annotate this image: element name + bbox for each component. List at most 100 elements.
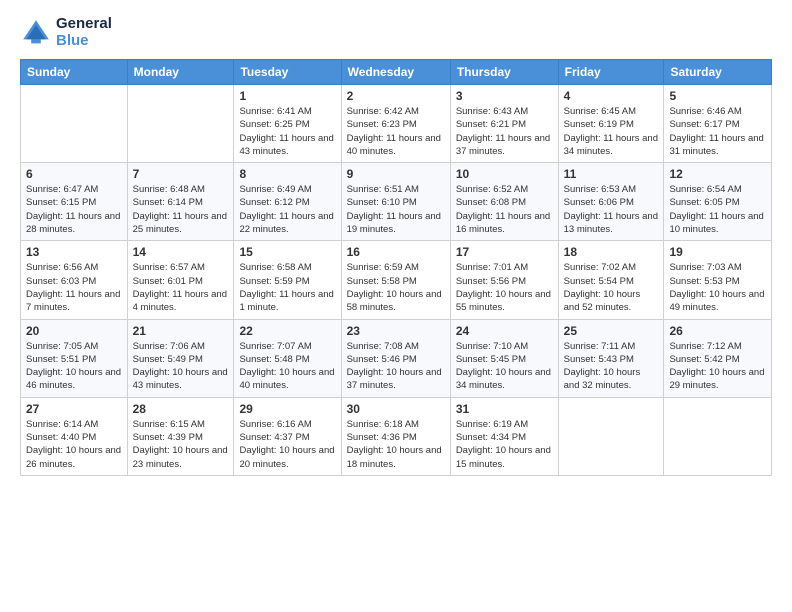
week-row-3: 13Sunrise: 6:56 AM Sunset: 6:03 PM Dayli… — [21, 241, 772, 319]
day-info: Sunrise: 6:48 AM Sunset: 6:14 PM Dayligh… — [133, 183, 229, 236]
day-number: 18 — [564, 245, 659, 259]
calendar-cell: 29Sunrise: 6:16 AM Sunset: 4:37 PM Dayli… — [234, 397, 341, 475]
calendar-cell: 24Sunrise: 7:10 AM Sunset: 5:45 PM Dayli… — [450, 319, 558, 397]
day-number: 14 — [133, 245, 229, 259]
calendar-cell: 21Sunrise: 7:06 AM Sunset: 5:49 PM Dayli… — [127, 319, 234, 397]
day-info: Sunrise: 7:01 AM Sunset: 5:56 PM Dayligh… — [456, 261, 553, 314]
day-number: 8 — [239, 167, 335, 181]
day-number: 3 — [456, 89, 553, 103]
day-info: Sunrise: 6:51 AM Sunset: 6:10 PM Dayligh… — [347, 183, 445, 236]
calendar-cell: 22 Sunrise: 7:07 AM Sunset: 5:48 PM Dayli… — [234, 319, 341, 397]
day-info: Sunrise: 6:56 AM Sunset: 6:03 PM Dayligh… — [26, 261, 122, 314]
day-info: Sunrise: 6:57 AM Sunset: 6:01 PM Dayligh… — [133, 261, 229, 314]
header: General Blue — [20, 16, 772, 49]
calendar-cell: 7 Sunrise: 6:48 AM Sunset: 6:14 PM Daylig… — [127, 163, 234, 241]
page: General Blue SundayMondayTuesdayWednesda… — [0, 0, 792, 612]
calendar-cell: 5 Sunrise: 6:46 AM Sunset: 6:17 PM Daylig… — [664, 85, 772, 163]
calendar-cell: 23 Sunrise: 7:08 AM Sunset: 5:46 PM Dayli… — [341, 319, 450, 397]
day-number: 12 — [669, 167, 766, 181]
calendar-cell: 2 Sunrise: 6:42 AM Sunset: 6:23 PM Daylig… — [341, 85, 450, 163]
calendar-cell — [127, 85, 234, 163]
calendar-cell: 1 Sunrise: 6:41 AM Sunset: 6:25 PM Daylig… — [234, 85, 341, 163]
day-info: Sunrise: 6:54 AM Sunset: 6:05 PM Dayligh… — [669, 183, 766, 236]
day-info: Sunrise: 6:42 AM Sunset: 6:23 PM Dayligh… — [347, 105, 445, 158]
weekday-header-sunday: Sunday — [21, 60, 128, 85]
calendar-cell: 8 Sunrise: 6:49 AM Sunset: 6:12 PM Daylig… — [234, 163, 341, 241]
day-number: 28 — [133, 402, 229, 416]
weekday-header-tuesday: Tuesday — [234, 60, 341, 85]
day-info: Sunrise: 6:53 AM Sunset: 6:06 PM Dayligh… — [564, 183, 659, 236]
day-number: 15 — [239, 245, 335, 259]
day-number: 23 — [347, 324, 445, 338]
calendar-cell: 30 Sunrise: 6:18 AM Sunset: 4:36 PM Dayli… — [341, 397, 450, 475]
calendar-cell: 31 Sunrise: 6:19 AM Sunset: 4:34 PM Dayli… — [450, 397, 558, 475]
weekday-header-monday: Monday — [127, 60, 234, 85]
calendar-cell: 3 Sunrise: 6:43 AM Sunset: 6:21 PM Daylig… — [450, 85, 558, 163]
day-info: Sunrise: 7:08 AM Sunset: 5:46 PM Dayligh… — [347, 340, 445, 393]
day-number: 29 — [239, 402, 335, 416]
calendar-cell: 26Sunrise: 7:12 AM Sunset: 5:42 PM Dayli… — [664, 319, 772, 397]
day-info: Sunrise: 6:47 AM Sunset: 6:15 PM Dayligh… — [26, 183, 122, 236]
calendar-cell — [664, 397, 772, 475]
day-number: 19 — [669, 245, 766, 259]
day-info: Sunrise: 6:52 AM Sunset: 6:08 PM Dayligh… — [456, 183, 553, 236]
day-number: 21 — [133, 324, 229, 338]
day-info: Sunrise: 6:58 AM Sunset: 5:59 PM Dayligh… — [239, 261, 335, 314]
calendar-cell: 28Sunrise: 6:15 AM Sunset: 4:39 PM Dayli… — [127, 397, 234, 475]
day-info: Sunrise: 6:45 AM Sunset: 6:19 PM Dayligh… — [564, 105, 659, 158]
day-number: 11 — [564, 167, 659, 181]
calendar-cell: 16Sunrise: 6:59 AM Sunset: 5:58 PM Dayli… — [341, 241, 450, 319]
day-info: Sunrise: 6:41 AM Sunset: 6:25 PM Dayligh… — [239, 105, 335, 158]
day-info: Sunrise: 6:14 AM Sunset: 4:40 PM Dayligh… — [26, 418, 122, 471]
week-row-4: 20 Sunrise: 7:05 AM Sunset: 5:51 PM Dayli… — [21, 319, 772, 397]
day-info: Sunrise: 6:19 AM Sunset: 4:34 PM Dayligh… — [456, 418, 553, 471]
calendar-cell: 9 Sunrise: 6:51 AM Sunset: 6:10 PM Daylig… — [341, 163, 450, 241]
day-number: 2 — [347, 89, 445, 103]
day-number: 9 — [347, 167, 445, 181]
logo-text: General Blue — [56, 16, 112, 49]
day-info: Sunrise: 7:07 AM Sunset: 5:48 PM Dayligh… — [239, 340, 335, 393]
calendar-cell: 12 Sunrise: 6:54 AM Sunset: 6:05 PM Dayli… — [664, 163, 772, 241]
week-row-1: 1 Sunrise: 6:41 AM Sunset: 6:25 PM Daylig… — [21, 85, 772, 163]
calendar-cell: 13Sunrise: 6:56 AM Sunset: 6:03 PM Dayli… — [21, 241, 128, 319]
day-number: 22 — [239, 324, 335, 338]
week-row-2: 6 Sunrise: 6:47 AM Sunset: 6:15 PM Daylig… — [21, 163, 772, 241]
day-info: Sunrise: 7:05 AM Sunset: 5:51 PM Dayligh… — [26, 340, 122, 393]
calendar-cell: 15 Sunrise: 6:58 AM Sunset: 5:59 PM Dayli… — [234, 241, 341, 319]
day-number: 17 — [456, 245, 553, 259]
calendar-cell: 18 Sunrise: 7:02 AM Sunset: 5:54 PM Dayli… — [558, 241, 664, 319]
calendar-cell: 17 Sunrise: 7:01 AM Sunset: 5:56 PM Dayli… — [450, 241, 558, 319]
day-number: 24 — [456, 324, 553, 338]
day-number: 27 — [26, 402, 122, 416]
calendar-cell: 4Sunrise: 6:45 AM Sunset: 6:19 PM Daylig… — [558, 85, 664, 163]
calendar-cell: 27 Sunrise: 6:14 AM Sunset: 4:40 PM Dayli… — [21, 397, 128, 475]
day-number: 30 — [347, 402, 445, 416]
calendar-cell — [21, 85, 128, 163]
calendar-cell: 10 Sunrise: 6:52 AM Sunset: 6:08 PM Dayli… — [450, 163, 558, 241]
calendar-cell: 25 Sunrise: 7:11 AM Sunset: 5:43 PM Dayli… — [558, 319, 664, 397]
day-number: 7 — [133, 167, 229, 181]
day-info: Sunrise: 6:46 AM Sunset: 6:17 PM Dayligh… — [669, 105, 766, 158]
logo: General Blue — [20, 16, 112, 49]
day-number: 5 — [669, 89, 766, 103]
calendar-table: SundayMondayTuesdayWednesdayThursdayFrid… — [20, 59, 772, 476]
day-number: 20 — [26, 324, 122, 338]
week-row-5: 27 Sunrise: 6:14 AM Sunset: 4:40 PM Dayli… — [21, 397, 772, 475]
weekday-header-thursday: Thursday — [450, 60, 558, 85]
day-info: Sunrise: 7:02 AM Sunset: 5:54 PM Dayligh… — [564, 261, 659, 314]
day-info: Sunrise: 7:11 AM Sunset: 5:43 PM Dayligh… — [564, 340, 659, 393]
logo-icon — [20, 17, 52, 49]
calendar-cell — [558, 397, 664, 475]
day-info: Sunrise: 6:18 AM Sunset: 4:36 PM Dayligh… — [347, 418, 445, 471]
day-info: Sunrise: 6:59 AM Sunset: 5:58 PM Dayligh… — [347, 261, 445, 314]
day-info: Sunrise: 6:43 AM Sunset: 6:21 PM Dayligh… — [456, 105, 553, 158]
weekday-header-saturday: Saturday — [664, 60, 772, 85]
day-number: 1 — [239, 89, 335, 103]
day-number: 26 — [669, 324, 766, 338]
calendar-cell: 14 Sunrise: 6:57 AM Sunset: 6:01 PM Dayli… — [127, 241, 234, 319]
day-number: 25 — [564, 324, 659, 338]
day-info: Sunrise: 6:49 AM Sunset: 6:12 PM Dayligh… — [239, 183, 335, 236]
day-number: 6 — [26, 167, 122, 181]
day-number: 31 — [456, 402, 553, 416]
day-number: 10 — [456, 167, 553, 181]
